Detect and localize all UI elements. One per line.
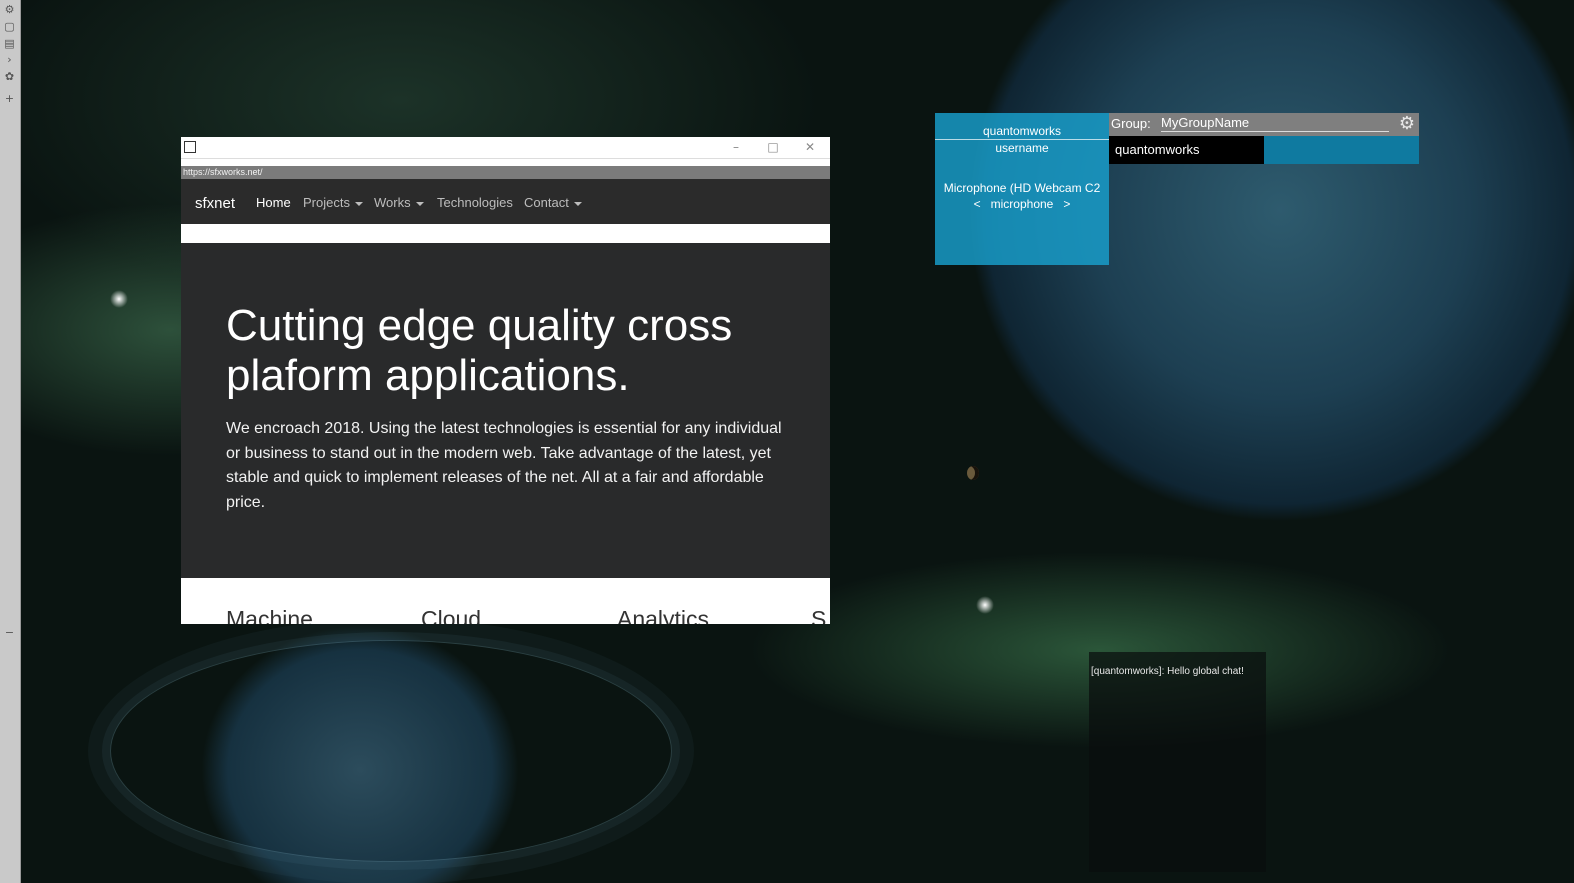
voice-user-panel: quantomworks username Microphone (HD Web…: [935, 113, 1109, 265]
planet-ring-decoration: [110, 640, 672, 862]
address-bar[interactable]: https://sfxworks.net/: [181, 166, 830, 179]
star-decoration: [976, 596, 994, 614]
site-brand[interactable]: sfxnet: [195, 195, 235, 212]
close-button[interactable]: ✕: [792, 137, 828, 158]
nav-home-label: Home: [256, 195, 291, 210]
global-chat-window[interactable]: [quantomworks]: Hello global chat!: [1089, 652, 1266, 872]
audio-device-name: Microphone (HD Webcam C2: [943, 181, 1101, 195]
code-icon[interactable]: ›: [3, 53, 16, 66]
feature-title: Analytics: [617, 606, 710, 624]
gear-icon[interactable]: ⚙: [1399, 114, 1415, 134]
nav-contact-label: Contact: [524, 195, 569, 210]
device-type-label: microphone: [990, 197, 1054, 211]
feature-title: Cloud: [421, 606, 482, 624]
divider: [935, 139, 1109, 140]
window-icon[interactable]: ▢: [3, 20, 16, 33]
app-logo-icon[interactable]: ⚙: [3, 3, 16, 16]
nav-technologies[interactable]: Technologies: [437, 195, 513, 210]
settings-icon[interactable]: ✿: [3, 70, 16, 83]
nav-contact[interactable]: Contact: [524, 195, 582, 210]
site-navbar: sfxnet Home Projects Works Technologies …: [181, 179, 830, 224]
nav-projects-label: Projects: [303, 195, 350, 210]
group-header: Group: MyGroupName ⚙: [1109, 113, 1419, 136]
window-titlebar[interactable]: – □ ✕: [181, 137, 830, 159]
minimize-strip-icon[interactable]: −: [3, 626, 16, 639]
device-next-button[interactable]: >: [1063, 197, 1070, 211]
username-field[interactable]: username: [935, 141, 1109, 155]
group-name-input[interactable]: MyGroupName: [1161, 115, 1389, 132]
nav-works-label: Works: [374, 195, 411, 210]
nav-technologies-label: Technologies: [437, 195, 513, 210]
display-name[interactable]: quantomworks: [935, 124, 1109, 138]
group-label: Group:: [1111, 116, 1151, 131]
chat-message: [quantomworks]: Hello global chat!: [1091, 666, 1244, 677]
navbar-spacer: [181, 224, 830, 243]
caret-down-icon: [573, 201, 582, 206]
left-toolbar: ⚙ ▢ ▤ › ✿ + −: [0, 0, 21, 883]
device-selector: < microphone >: [935, 197, 1109, 211]
hero-section: Cutting edge quality cross plaform appli…: [181, 243, 830, 578]
caret-down-icon: [354, 201, 363, 206]
save-icon[interactable]: ▤: [3, 37, 16, 50]
add-icon[interactable]: +: [3, 92, 16, 105]
star-decoration: [110, 290, 128, 308]
hero-heading: Cutting edge quality cross plaform appli…: [226, 301, 733, 400]
nav-projects[interactable]: Projects: [303, 195, 363, 210]
moon-decoration: [967, 466, 979, 480]
nav-home[interactable]: Home: [256, 195, 291, 210]
member-name: quantomworks: [1109, 136, 1264, 164]
feature-title: S: [811, 606, 827, 624]
nav-works[interactable]: Works: [374, 195, 424, 210]
minimize-button[interactable]: –: [718, 137, 754, 158]
browser-window[interactable]: – □ ✕ https://sfxworks.net/ sfxnet Home …: [181, 137, 830, 624]
maximize-button[interactable]: □: [755, 137, 791, 158]
caret-down-icon: [415, 201, 424, 206]
feature-title: Machine: [226, 606, 313, 624]
features-section: Machine Cloud Analytics S: [181, 578, 830, 624]
window-app-icon: [184, 141, 196, 153]
hero-body: We encroach 2018. Using the latest techn…: [226, 420, 782, 511]
group-member-row[interactable]: quantomworks: [1109, 136, 1419, 164]
device-prev-button[interactable]: <: [974, 197, 981, 211]
member-audio-level: [1264, 136, 1419, 164]
